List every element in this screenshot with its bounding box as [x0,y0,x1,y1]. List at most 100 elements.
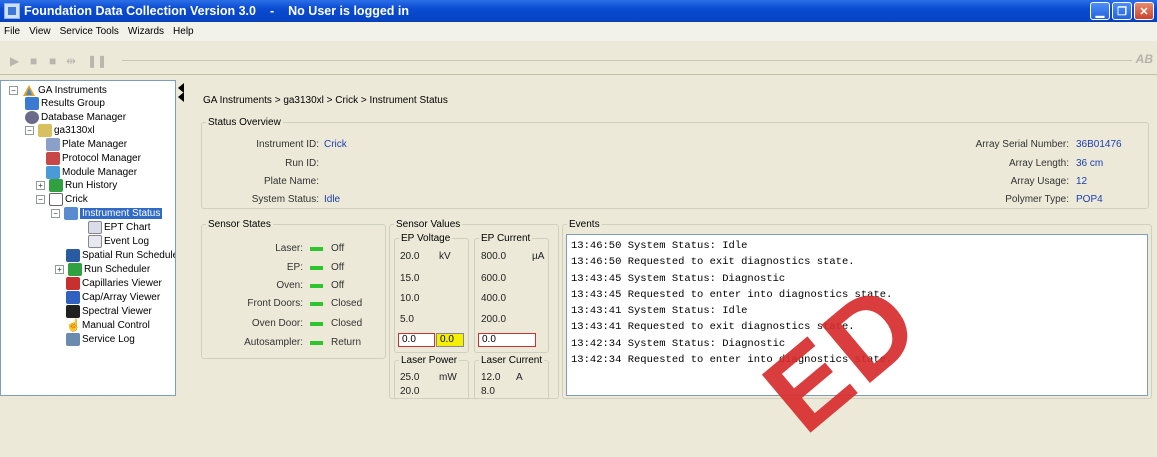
array-serial-label: Array Serial Number: [975,139,1069,150]
events-legend: Events [569,219,600,230]
events-list[interactable]: 13:46:50 System Status: Idle 13:46:50 Re… [566,234,1148,396]
title-separator: - [269,4,275,18]
main-panel: GA Instruments > ga3130xl > Crick > Inst… [187,80,1157,400]
tree-label: Service Log [82,333,135,345]
tree-item-event-log[interactable]: Event Log [88,234,149,248]
tree-item-service-log[interactable]: Service Log [66,332,135,346]
menu-service-tools[interactable]: Service Tools [60,26,119,37]
tree-item-spectral-viewer[interactable]: Spectral Viewer [66,304,152,318]
plate-icon [46,137,60,151]
tree-item-plate-manager[interactable]: Plate Manager [46,137,127,151]
front-doors-state: Closed [331,298,363,309]
collapse-icon[interactable]: − [36,194,45,204]
tree-item-protocol-manager[interactable]: Protocol Manager [46,151,141,165]
chart-icon [88,220,102,234]
tree-item-run-scheduler[interactable]: + Run Scheduler [55,262,150,276]
tree-label: Database Manager [41,111,127,123]
ep-current-title: EP Current [481,233,531,244]
panel-splitter[interactable] [176,80,187,396]
tree-item-database-manager[interactable]: Database Manager [25,110,126,124]
ep-current-tick-4: 200.0 [481,314,507,325]
laser-state: Off [331,243,345,254]
expand-icon[interactable]: + [55,264,64,274]
ep-current-value-box: 0.0 [478,333,536,347]
tree-label: Run History [65,179,118,191]
ep-voltage-value-box: 0.0 [398,333,435,347]
laser-label: Laser: [275,243,303,254]
menu-bar: File View Service Tools Wizards Help [0,22,1157,41]
collapse-icon[interactable]: − [9,85,18,95]
tree-label: Run Scheduler [84,263,151,275]
results-group-icon [25,96,39,110]
tree-item-module-manager[interactable]: Module Manager [46,165,137,179]
collapse-icon[interactable]: − [51,208,60,218]
plate-name-label: Plate Name: [263,176,319,187]
oven-door-label: Oven Door: [251,318,303,329]
tree-item-ept-chart[interactable]: EPT Chart [88,220,151,234]
collapse-icon[interactable]: − [25,125,34,135]
hand-icon: ☝ [66,317,81,332]
tree-item-results-group[interactable]: Results Group [25,96,105,110]
stop-icon[interactable]: ■ [30,54,37,68]
minimize-button[interactable]: ▁ [1090,2,1110,20]
skip-icon[interactable]: ⇹ [66,54,76,68]
spectral-icon [66,304,80,318]
array-usage-label: Array Usage: [1010,176,1069,187]
event-line: 13:46:50 System Status: Idle [571,240,748,252]
close-button[interactable]: ✕ [1134,2,1154,20]
array-length-label: Array Length: [1008,158,1069,169]
pause-icon[interactable]: ❚❚ [87,54,107,68]
window-title: Foundation Data Collection Version 3.0 [24,4,256,18]
menu-wizards[interactable]: Wizards [128,26,164,37]
ep-led [310,266,323,270]
instrument-status-icon [64,206,78,220]
laser-power-unit: mW [439,372,457,383]
module-icon [46,165,60,179]
oven-door-led [310,322,323,326]
event-line: 13:43:45 System Status: Diagnostic [571,272,786,285]
autosampler-state: Return [331,337,362,348]
run-id-label: Run ID: [285,158,319,169]
array-length-value: 36 cm [1076,158,1104,169]
stop-all-icon[interactable]: ■ [49,54,56,68]
toolbar-divider [122,60,1132,61]
instrument-id-value: Crick [324,139,347,150]
tree-label: GA Instruments [38,84,107,96]
tree-label: Protocol Manager [62,152,141,164]
tree-item-ga-instruments[interactable]: − GA Instruments [9,83,107,97]
oven-label: Oven: [276,280,303,291]
menu-file[interactable]: File [4,26,20,37]
laser-power-tick-1: 25.0 [400,372,420,383]
cap-array-icon [66,290,80,304]
laser-current-unit: A [516,372,523,383]
tree-item-cap-array-viewer[interactable]: Cap/Array Viewer [66,290,160,304]
expand-icon[interactable]: + [36,180,45,190]
laser-power-title: Laser Power [401,355,458,366]
laser-power-tick-2: 20.0 [400,386,420,397]
front-doors-led [310,302,323,306]
tree-label: Instrument Status [80,207,163,219]
protocol-icon [46,151,60,165]
menu-help[interactable]: Help [173,26,194,37]
tree-item-capillaries-viewer[interactable]: Capillaries Viewer [66,276,162,290]
database-icon [25,110,39,124]
ab-logo: AB [1135,52,1153,66]
title-bar: Foundation Data Collection Version 3.0 -… [0,0,1157,22]
event-line: 13:46:50 Requested to exit diagnostics s… [571,256,855,269]
tree-item-ga3130xl[interactable]: − ga3130xl [25,123,95,137]
laser-current-tick-1: 12.0 [481,372,501,383]
collapse-left-icon[interactable] [178,92,184,102]
minimize-icon: ▁ [1095,5,1105,18]
tree-label: Cap/Array Viewer [82,291,161,303]
system-status-value: Idle [324,194,341,205]
tree-item-run-history[interactable]: + Run History [36,178,117,192]
sensor-values-legend: Sensor Values [396,219,461,230]
tree-item-manual-control[interactable]: ☝ Manual Control [66,318,150,332]
tree-item-spatial-run-scheduler[interactable]: Spatial Run Schedule [66,248,175,262]
menu-view[interactable]: View [29,26,51,37]
play-icon[interactable]: ▶ [10,54,19,68]
tree-item-instrument-status[interactable]: − Instrument Status [51,206,163,220]
array-serial-value: 36B01476 [1076,139,1122,150]
tree-item-crick[interactable]: − Crick [36,192,88,206]
restore-button[interactable]: ❐ [1112,2,1132,20]
